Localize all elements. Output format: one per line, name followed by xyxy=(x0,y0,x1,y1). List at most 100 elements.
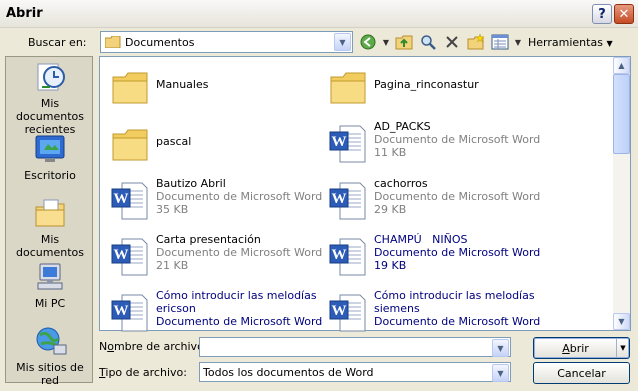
cancel-label: Cancelar xyxy=(557,366,606,380)
back-history-dropdown[interactable]: ▼ xyxy=(382,32,390,52)
scroll-down-icon[interactable]: ▼ xyxy=(613,313,630,330)
search-web-button[interactable] xyxy=(418,32,438,52)
views-dropdown[interactable]: ▼ xyxy=(514,32,522,52)
filetype-label-part: ipo de archivo: xyxy=(105,366,187,379)
up-folder-icon xyxy=(395,35,413,50)
word-document-icon: W xyxy=(111,182,148,220)
word-document-icon: W xyxy=(111,294,148,332)
new-folder-icon xyxy=(467,34,485,50)
chevron-down-icon[interactable]: ▼ xyxy=(492,339,509,357)
filename-input[interactable]: ▼ xyxy=(199,337,511,357)
look-in-dropdown[interactable]: Documentos ▼ xyxy=(100,31,353,53)
list-item[interactable]: pascal xyxy=(104,120,314,168)
file-name-line2: ericson xyxy=(156,302,196,315)
cancel-button[interactable]: Cancelar xyxy=(533,362,630,384)
folder-icon xyxy=(112,129,148,161)
file-size: 21 KB xyxy=(156,259,189,272)
back-button[interactable] xyxy=(358,32,378,52)
list-item[interactable]: Pagina_rinconastur xyxy=(322,63,532,111)
chevron-down-icon[interactable]: ▼ xyxy=(334,33,351,51)
file-name: CHAMPÚ NIÑOS xyxy=(374,233,468,246)
close-button[interactable]: ✕ xyxy=(614,4,634,24)
views-button[interactable] xyxy=(490,32,510,52)
help-icon: ? xyxy=(598,6,606,22)
file-type: Documento de Microsoft Word xyxy=(374,190,541,203)
places-bar: Mis documentos recientes Escritorio Mis … xyxy=(5,56,94,387)
svg-text:W: W xyxy=(332,303,347,319)
file-name: Carta presentación xyxy=(156,233,261,246)
word-document-icon: W xyxy=(111,238,148,276)
scroll-up-icon[interactable]: ▲ xyxy=(613,57,630,74)
tools-chevron-icon: ▼ xyxy=(606,38,613,48)
chevron-down-icon[interactable]: ▼ xyxy=(492,364,509,382)
list-item[interactable]: Manuales xyxy=(104,63,314,111)
title-bar: Abrir ? ✕ xyxy=(0,0,638,28)
file-type: Documento de Microsoft Word xyxy=(156,315,323,328)
delete-button[interactable] xyxy=(442,32,462,52)
place-label: Escritorio xyxy=(24,169,76,182)
place-recent-documents[interactable]: Mis documentos recientes xyxy=(6,61,94,136)
list-item[interactable]: W CHAMPÚ NIÑOS Documento de Microsoft Wo… xyxy=(322,233,540,281)
file-name: AD_PACKS xyxy=(374,120,431,133)
open-label: Abrir xyxy=(562,342,589,355)
filetype-select[interactable]: Todos los documentos de Word ▼ xyxy=(199,362,511,382)
help-button[interactable]: ? xyxy=(592,4,612,24)
file-size: 11 KB xyxy=(374,146,407,159)
back-arrow-icon xyxy=(360,34,376,50)
filetype-label: Tipo de archivo: xyxy=(99,366,187,379)
filename-label-accel: o xyxy=(107,340,114,353)
filename-label: Nombre de archivo: xyxy=(99,340,208,353)
filename-label-part: N xyxy=(99,340,108,353)
list-item[interactable]: W cachorros Documento de Microsoft Word … xyxy=(322,177,540,225)
svg-text:W: W xyxy=(332,134,347,150)
place-my-documents[interactable]: Mis documentos xyxy=(6,197,94,259)
file-list[interactable]: Manuales Pagina_rinconastur pascal W AD_… xyxy=(99,56,631,332)
look-in-label: Buscar en: xyxy=(28,36,87,49)
place-my-computer[interactable]: Mi PC xyxy=(6,261,94,310)
desktop-icon xyxy=(35,135,65,162)
open-dialog: Abrir ? ✕ Buscar en: Documentos ▼ ▼ ▼ He… xyxy=(0,0,638,391)
filetype-value: Todos los documentos de Word xyxy=(203,366,374,379)
svg-text:W: W xyxy=(332,191,347,207)
place-label: Mis documentos xyxy=(16,233,84,259)
look-in-value: Documentos xyxy=(125,36,195,49)
open-button[interactable]: Abrir ▼ xyxy=(533,337,630,359)
file-type: Documento de Microsoft Word xyxy=(374,133,541,146)
word-document-icon: W xyxy=(329,182,366,220)
list-item[interactable]: W AD_PACKS Documento de Microsoft Word 1… xyxy=(322,120,540,168)
tools-label: Herramientas xyxy=(528,35,603,49)
new-folder-button[interactable] xyxy=(466,32,486,52)
place-label: Mi PC xyxy=(34,297,66,310)
word-document-icon: W xyxy=(329,294,366,332)
file-name: Manuales xyxy=(156,78,209,91)
filename-label-part: mbre de archivo: xyxy=(113,340,208,353)
file-type: Documento de Microsoft Word xyxy=(374,246,541,259)
recent-documents-icon xyxy=(37,63,65,91)
open-options-dropdown[interactable]: ▼ xyxy=(616,338,629,358)
list-item[interactable]: W Carta presentación Documento de Micros… xyxy=(104,233,322,281)
toolbar: ▼ ▼ Herramientas ▼ xyxy=(358,31,613,53)
list-item[interactable]: W Cómo introducir las melodías ericson D… xyxy=(104,289,322,337)
up-folder-button[interactable] xyxy=(394,32,414,52)
file-size: 35 KB xyxy=(156,203,189,216)
scrollbar-thumb[interactable] xyxy=(613,74,630,154)
svg-text:W: W xyxy=(114,247,129,263)
list-item[interactable]: W Cómo introducir las melodías siemens D… xyxy=(322,289,540,337)
open-label-part: brir xyxy=(569,341,589,355)
file-type: Documento de Microsoft Word xyxy=(156,246,323,259)
place-network[interactable]: Mis sitios de red xyxy=(6,325,94,387)
vertical-scrollbar[interactable]: ▲ ▼ xyxy=(613,57,630,330)
open-label-accel: A xyxy=(562,341,570,355)
place-desktop[interactable]: Escritorio xyxy=(6,133,94,182)
chevron-down-icon: ▼ xyxy=(620,344,626,352)
place-label: Mis sitios de red xyxy=(16,361,84,387)
file-size: 19 KB xyxy=(374,259,407,272)
file-name: Pagina_rinconastur xyxy=(374,78,479,91)
file-name-line2: siemens xyxy=(374,302,420,315)
file-type: Documento de Microsoft Word xyxy=(374,315,541,328)
word-document-icon: W xyxy=(329,238,366,276)
search-icon xyxy=(421,35,436,50)
file-name: cachorros xyxy=(374,177,428,190)
list-item[interactable]: W Bautizo Abril Documento de Microsoft W… xyxy=(104,177,322,225)
tools-menu-button[interactable]: Herramientas ▼ xyxy=(528,36,613,49)
